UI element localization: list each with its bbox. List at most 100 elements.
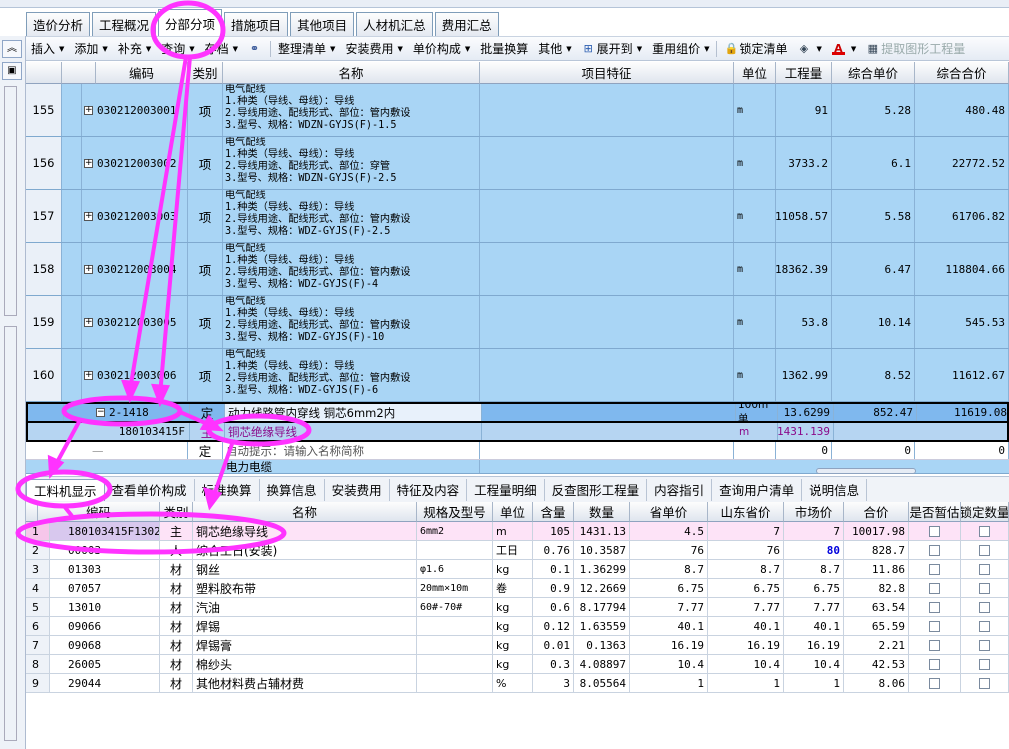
name-cell[interactable]: 铜芯绝缘导线	[193, 522, 417, 540]
tab-5[interactable]: 人材机汇总	[356, 12, 433, 36]
material-row[interactable]: 180103415F 主铜芯绝缘导线 m 1431.139	[26, 423, 1009, 442]
detail-tab-9[interactable]: 查询用户清单	[712, 478, 803, 501]
toolbar-button-1[interactable]: 添加 ▼	[69, 40, 112, 57]
feature-cell[interactable]	[480, 84, 734, 136]
bill-item-row[interactable]: 156 +030212003002 项电气配线 1.种类（导线、母线）：导线 2.导…	[26, 137, 1009, 190]
name-cell[interactable]: 动力线路管内穿线 铜芯6mm2内	[225, 404, 482, 421]
lock-qty-checkbox[interactable]	[979, 525, 990, 537]
toolbar-button-4[interactable]: 存档 ▼	[200, 40, 243, 57]
market-cell[interactable]: 80	[784, 541, 844, 559]
feature-cell[interactable]	[480, 190, 734, 242]
code-cell[interactable]: 26005	[50, 655, 160, 673]
chevron-down-icon[interactable]: ▼	[330, 45, 335, 53]
tab-3[interactable]: 措施项目	[224, 12, 289, 36]
expand-icon[interactable]: +	[84, 105, 93, 115]
detail-tab-3[interactable]: 换算信息	[260, 478, 325, 501]
estimate-checkbox[interactable]	[929, 677, 940, 689]
tab-1[interactable]: 工程概况	[92, 12, 157, 36]
market-cell[interactable]: 6.75	[784, 579, 844, 597]
chevron-down-icon[interactable]: ▼	[146, 45, 151, 53]
resource-row[interactable]: 2 00003 人综合工日(安装) 工日 0.76 10.3587 76 76 80 828.7	[26, 541, 1009, 560]
tab-0[interactable]: 造价分析	[26, 12, 91, 36]
detail-tab-2[interactable]: 标准换算	[195, 478, 260, 501]
chevron-down-icon[interactable]: ▼	[851, 45, 856, 53]
toolbar-button-5[interactable]: ⚭	[243, 42, 268, 55]
market-cell[interactable]: 8.7	[784, 560, 844, 578]
expand-icon[interactable]: +	[84, 370, 93, 380]
code-cell[interactable]: +030212003004	[82, 243, 188, 295]
spec-cell[interactable]: 6mm2	[417, 522, 493, 540]
name-input[interactable]: 自动提示：请输入名称简称	[223, 442, 480, 459]
code-cell[interactable]: +030212003006	[82, 349, 188, 401]
code-cell[interactable]: +030212003001	[82, 84, 188, 136]
market-cell[interactable]: 40.1	[784, 617, 844, 635]
lock-qty-checkbox[interactable]	[979, 677, 990, 689]
chevron-down-icon[interactable]: ▼	[102, 45, 107, 53]
code-cell[interactable]: 180103415F1302	[50, 522, 160, 540]
toolbar-button-12[interactable]: 重用组价 ▼	[647, 40, 714, 57]
tab-4[interactable]: 其他项目	[290, 12, 355, 36]
spec-cell[interactable]	[417, 674, 493, 692]
detail-tab-8[interactable]: 内容指引	[647, 478, 713, 501]
detail-tab-10[interactable]: 说明信息	[802, 478, 868, 501]
name-cell[interactable]: 汽油	[193, 598, 417, 616]
feature-cell[interactable]	[480, 137, 734, 189]
new-row[interactable]: — 定自动提示：请输入名称简称 0 0 0	[26, 442, 1009, 460]
code-cell[interactable]: 01303	[50, 560, 160, 578]
bill-item-row[interactable]: 155 +030212003001 项电气配线 1.种类（导线、母线）：导线 2.导…	[26, 84, 1009, 137]
resource-row[interactable]: 5 13010 材汽油 60#-70# kg 0.6 8.17794 7.77 7.77 7.77…	[26, 598, 1009, 617]
spec-cell[interactable]	[417, 541, 493, 559]
lock-qty-checkbox[interactable]	[979, 620, 990, 632]
content-cell[interactable]: 0.3	[533, 655, 574, 673]
resource-row[interactable]: 8 26005 材棉纱头 kg 0.3 4.08897 10.4 10.4 10.4 42.53	[26, 655, 1009, 674]
chevron-down-icon[interactable]: ▼	[566, 45, 571, 53]
toolbar-button-11[interactable]: ⊞ 展开到 ▼	[577, 40, 647, 57]
chevron-down-icon[interactable]: ▼	[59, 45, 64, 53]
spec-cell[interactable]	[417, 655, 493, 673]
bill-item-row[interactable]: 159 +030212003005 项电气配线 1.种类（导线、母线）：导线 2.导…	[26, 296, 1009, 349]
feature-cell[interactable]	[480, 296, 734, 348]
toolbar-button-9[interactable]: 批量换算	[475, 40, 533, 57]
estimate-checkbox[interactable]	[929, 525, 940, 537]
resource-grid[interactable]: 编码 类别 名称 规格及型号 单位 含量 数量 省单价 山东省价 市场价 合价 是否暂估 锁定数量 1 18…	[26, 502, 1009, 749]
code-cell[interactable]: −2-1418	[64, 404, 190, 421]
chevron-down-icon[interactable]: ▼	[637, 45, 642, 53]
lock-qty-checkbox[interactable]	[979, 563, 990, 575]
toolbar-button-10[interactable]: 其他 ▼	[533, 40, 576, 57]
spec-cell[interactable]: φ1.6	[417, 560, 493, 578]
spec-cell[interactable]	[417, 636, 493, 654]
market-cell[interactable]: 1	[784, 674, 844, 692]
content-cell[interactable]: 105	[533, 522, 574, 540]
expand-icon[interactable]: +	[84, 264, 93, 274]
code-cell[interactable]: 13010	[50, 598, 160, 616]
spec-cell[interactable]	[417, 617, 493, 635]
name-cell[interactable]: 电气配线 1.种类（导线、母线）：导线 2.导线用途、配线形式、部位：管内敷设 …	[223, 349, 480, 401]
resource-row[interactable]: 3 01303 材钢丝 φ1.6 kg 0.1 1.36299 8.7 8.7 8.7 11.86	[26, 560, 1009, 579]
name-cell[interactable]: 钢丝	[193, 560, 417, 578]
estimate-checkbox[interactable]	[929, 658, 940, 670]
bill-item-row[interactable]: 160 +030212003006 项电气配线 1.种类（导线、母线）：导线 2.导…	[26, 349, 1009, 402]
expand-icon[interactable]: +	[84, 317, 93, 327]
market-cell[interactable]: 7	[784, 522, 844, 540]
code-cell[interactable]: 00003	[50, 541, 160, 559]
code-cell[interactable]: 09066	[50, 617, 160, 635]
name-cell[interactable]: 电气配线 1.种类（导线、母线）：导线 2.导线用途、配线形式、部位：管内敷设 …	[223, 84, 480, 136]
estimate-checkbox[interactable]	[929, 639, 940, 651]
detail-tab-7[interactable]: 反查图形工程量	[545, 478, 648, 501]
toolbar-button-6[interactable]: 整理清单 ▼	[273, 40, 340, 57]
estimate-checkbox[interactable]	[929, 601, 940, 613]
chevron-down-icon[interactable]: ▼	[233, 45, 238, 53]
content-cell[interactable]: 3	[533, 674, 574, 692]
estimate-checkbox[interactable]	[929, 563, 940, 575]
code-cell[interactable]: 07057	[50, 579, 160, 597]
estimate-checkbox[interactable]	[929, 544, 940, 556]
toolbar-button-3[interactable]: 查询 ▼	[156, 40, 199, 57]
sidebar-toggle-icon[interactable]: ▣	[2, 62, 22, 80]
name-cell[interactable]: 电气配线 1.种类（导线、母线）：导线 2.导线用途、配线形式、部位：管内敷设 …	[223, 296, 480, 348]
market-cell[interactable]: 10.4	[784, 655, 844, 673]
name-cell[interactable]: 电气配线 1.种类（导线、母线）：导线 2.导线用途、配线形式、部位：管内敷设 …	[223, 190, 480, 242]
resource-row[interactable]: 4 07057 材塑料胶布带 20mm×10m 卷 0.9 12.2669 6.75 6.75 6…	[26, 579, 1009, 598]
content-cell[interactable]: 0.9	[533, 579, 574, 597]
content-cell[interactable]: 0.12	[533, 617, 574, 635]
chevron-down-icon[interactable]: ▼	[397, 45, 402, 53]
